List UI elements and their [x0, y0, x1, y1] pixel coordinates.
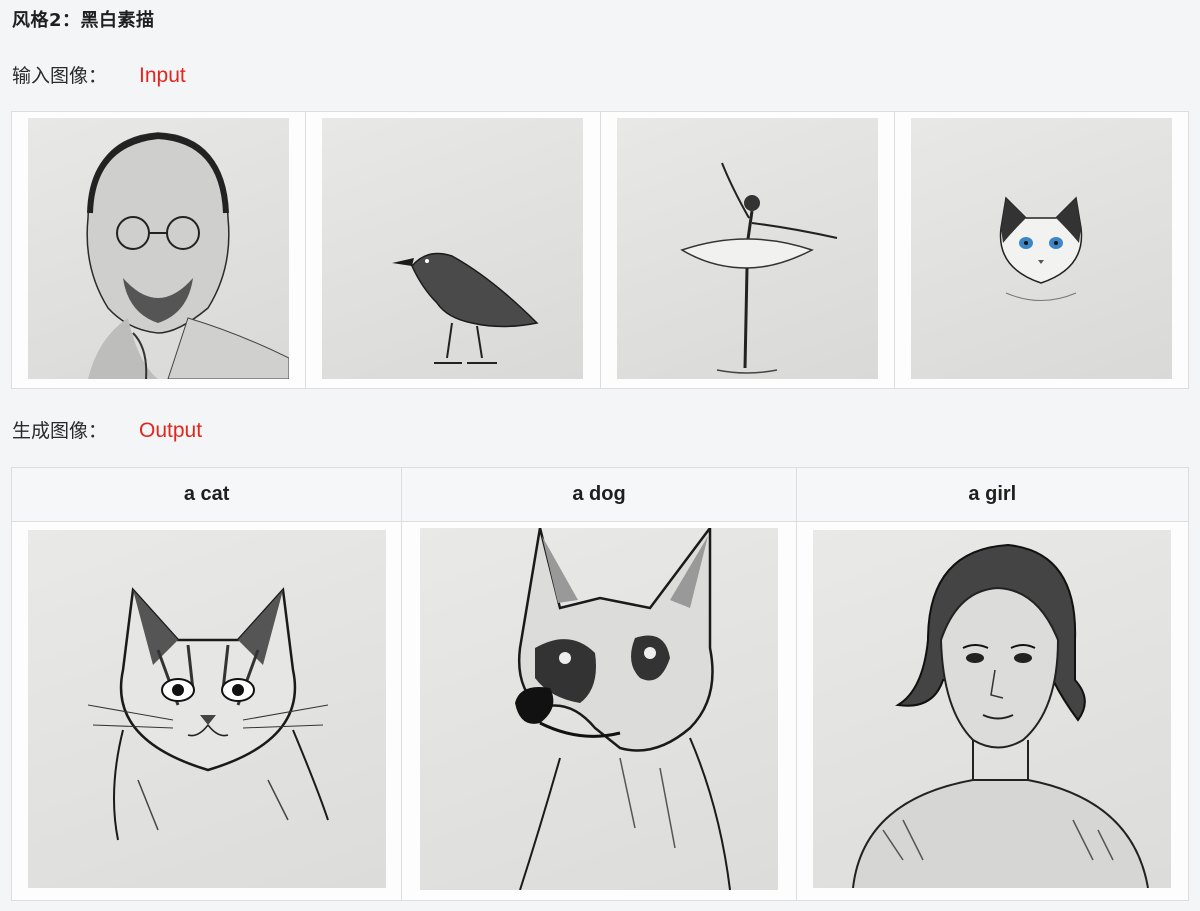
- output-header-girl: a girl: [795, 467, 1190, 522]
- input-cell-3: [599, 111, 895, 389]
- cat-sketch-image: [27, 530, 386, 888]
- input-cell-1: [10, 111, 307, 389]
- page: 风格2：黑白素描 输入图像： Input 生成图像： Output a cat …: [0, 0, 1200, 911]
- output-cell-dog: [401, 521, 797, 901]
- output-image-table: a cat a dog a girl: [10, 467, 1190, 901]
- input-cell-4: [893, 111, 1190, 389]
- man-portrait-sketch-image: [28, 117, 290, 379]
- output-header-cat: a cat: [10, 467, 403, 522]
- dog-sketch-image: [420, 528, 778, 890]
- section-title: 风格2：黑白素描: [12, 10, 155, 31]
- output-header-row: a cat a dog a girl: [10, 467, 1190, 522]
- cat-blue-eyes-sketch-image: [910, 117, 1172, 379]
- output-label-text: 生成图像：: [12, 420, 108, 442]
- input-image-table: [10, 111, 1190, 389]
- output-cell-girl: [795, 521, 1190, 901]
- input-tag: Input: [139, 64, 186, 87]
- output-tag: Output: [139, 419, 203, 442]
- crow-sketch-image: [322, 117, 584, 379]
- input-label-text: 输入图像：: [12, 65, 108, 87]
- input-row-label: 输入图像： Input: [12, 61, 186, 88]
- output-cell-cat: [10, 521, 403, 901]
- ballerina-sketch-image: [616, 117, 878, 379]
- girl-sketch-image: [813, 530, 1172, 888]
- output-header-dog: a dog: [401, 467, 797, 522]
- output-image-row: [10, 521, 1190, 901]
- output-row-label: 生成图像： Output: [12, 416, 202, 443]
- input-cell-2: [305, 111, 601, 389]
- input-image-row: [10, 111, 1190, 389]
